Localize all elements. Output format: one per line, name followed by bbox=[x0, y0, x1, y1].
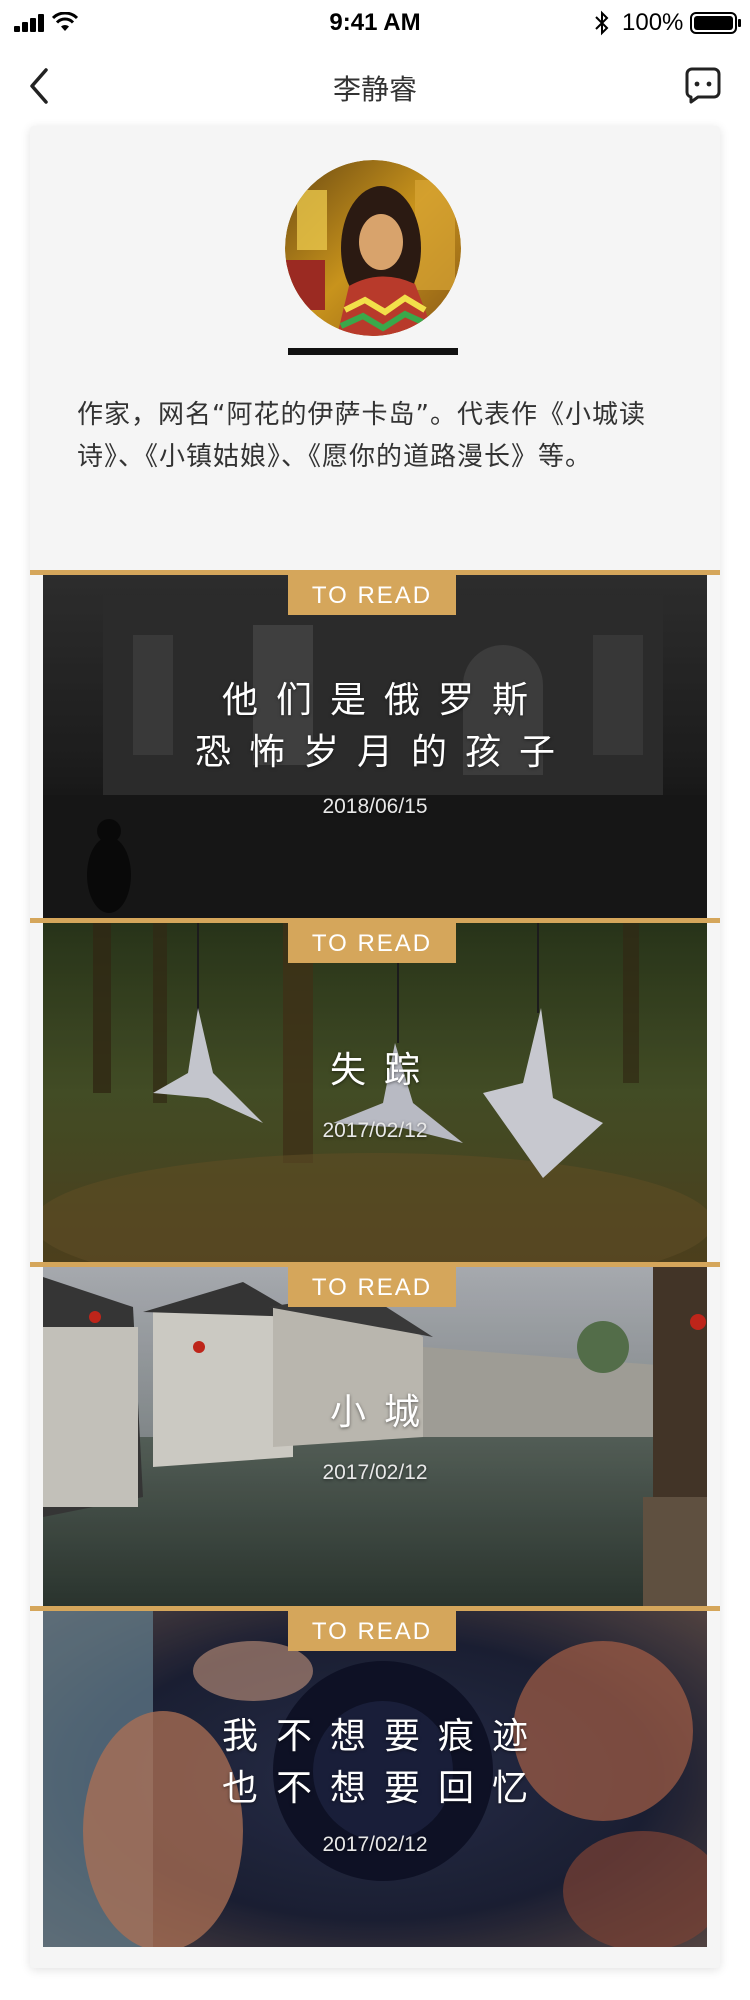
article-title-line: 小城 bbox=[329, 1392, 438, 1433]
bluetooth-icon bbox=[595, 10, 609, 36]
article-date: 2017/02/12 bbox=[322, 1833, 428, 1856]
article-title: 失踪 bbox=[43, 1045, 707, 1097]
article-title-line: 也不想要回忆 bbox=[221, 1768, 546, 1809]
battery-percent: 100% bbox=[622, 9, 684, 36]
profile-card: 作家，网名“阿花的伊萨卡岛”。代表作《小城读诗》、《小镇姑娘》、《愿你的道路漫长… bbox=[30, 126, 720, 1968]
article-date: 2017/02/12 bbox=[322, 1461, 428, 1484]
to-read-badge: TO READ bbox=[288, 1267, 456, 1307]
nav-bar: 李静睿 bbox=[0, 46, 750, 130]
battery-icon bbox=[690, 12, 741, 34]
article-card[interactable]: TO READ 失踪 2017/02/12 bbox=[30, 918, 720, 1263]
avatar-portrait bbox=[285, 160, 461, 336]
chat-bubble-icon[interactable] bbox=[684, 66, 722, 104]
to-read-badge: TO READ bbox=[288, 923, 456, 963]
article-title-line: 失踪 bbox=[329, 1050, 438, 1091]
avatar[interactable] bbox=[285, 160, 461, 336]
avatar-underline bbox=[288, 348, 458, 355]
status-bar: 9:41 AM 100% bbox=[0, 0, 750, 46]
article-card[interactable]: TO READ 他们是俄罗斯 恐怖岁月的孩子 2018/06/15 bbox=[30, 570, 720, 919]
article-date: 2018/06/15 bbox=[322, 795, 428, 818]
article-title-line: 我不想要痕迹 bbox=[221, 1716, 546, 1757]
to-read-badge: TO READ bbox=[288, 575, 456, 615]
article-title-line: 恐怖岁月的孩子 bbox=[194, 732, 573, 773]
article-card[interactable]: TO READ 我不想要痕迹 也不想要回忆 2017/02/12 bbox=[30, 1606, 720, 1947]
article-title: 我不想要痕迹 也不想要回忆 bbox=[43, 1711, 707, 1815]
page-title: 李静睿 bbox=[332, 73, 417, 106]
article-date: 2017/02/12 bbox=[322, 1119, 428, 1142]
author-bio: 作家，网名“阿花的伊萨卡岛”。代表作《小城读诗》、《小镇姑娘》、《愿你的道路漫长… bbox=[77, 400, 646, 472]
to-read-badge: TO READ bbox=[288, 1611, 456, 1651]
article-card[interactable]: TO READ 小城 2017/02/12 bbox=[30, 1262, 720, 1607]
article-title-line: 他们是俄罗斯 bbox=[221, 680, 546, 721]
article-title: 他们是俄罗斯 恐怖岁月的孩子 bbox=[43, 675, 707, 779]
article-title: 小城 bbox=[43, 1387, 707, 1439]
